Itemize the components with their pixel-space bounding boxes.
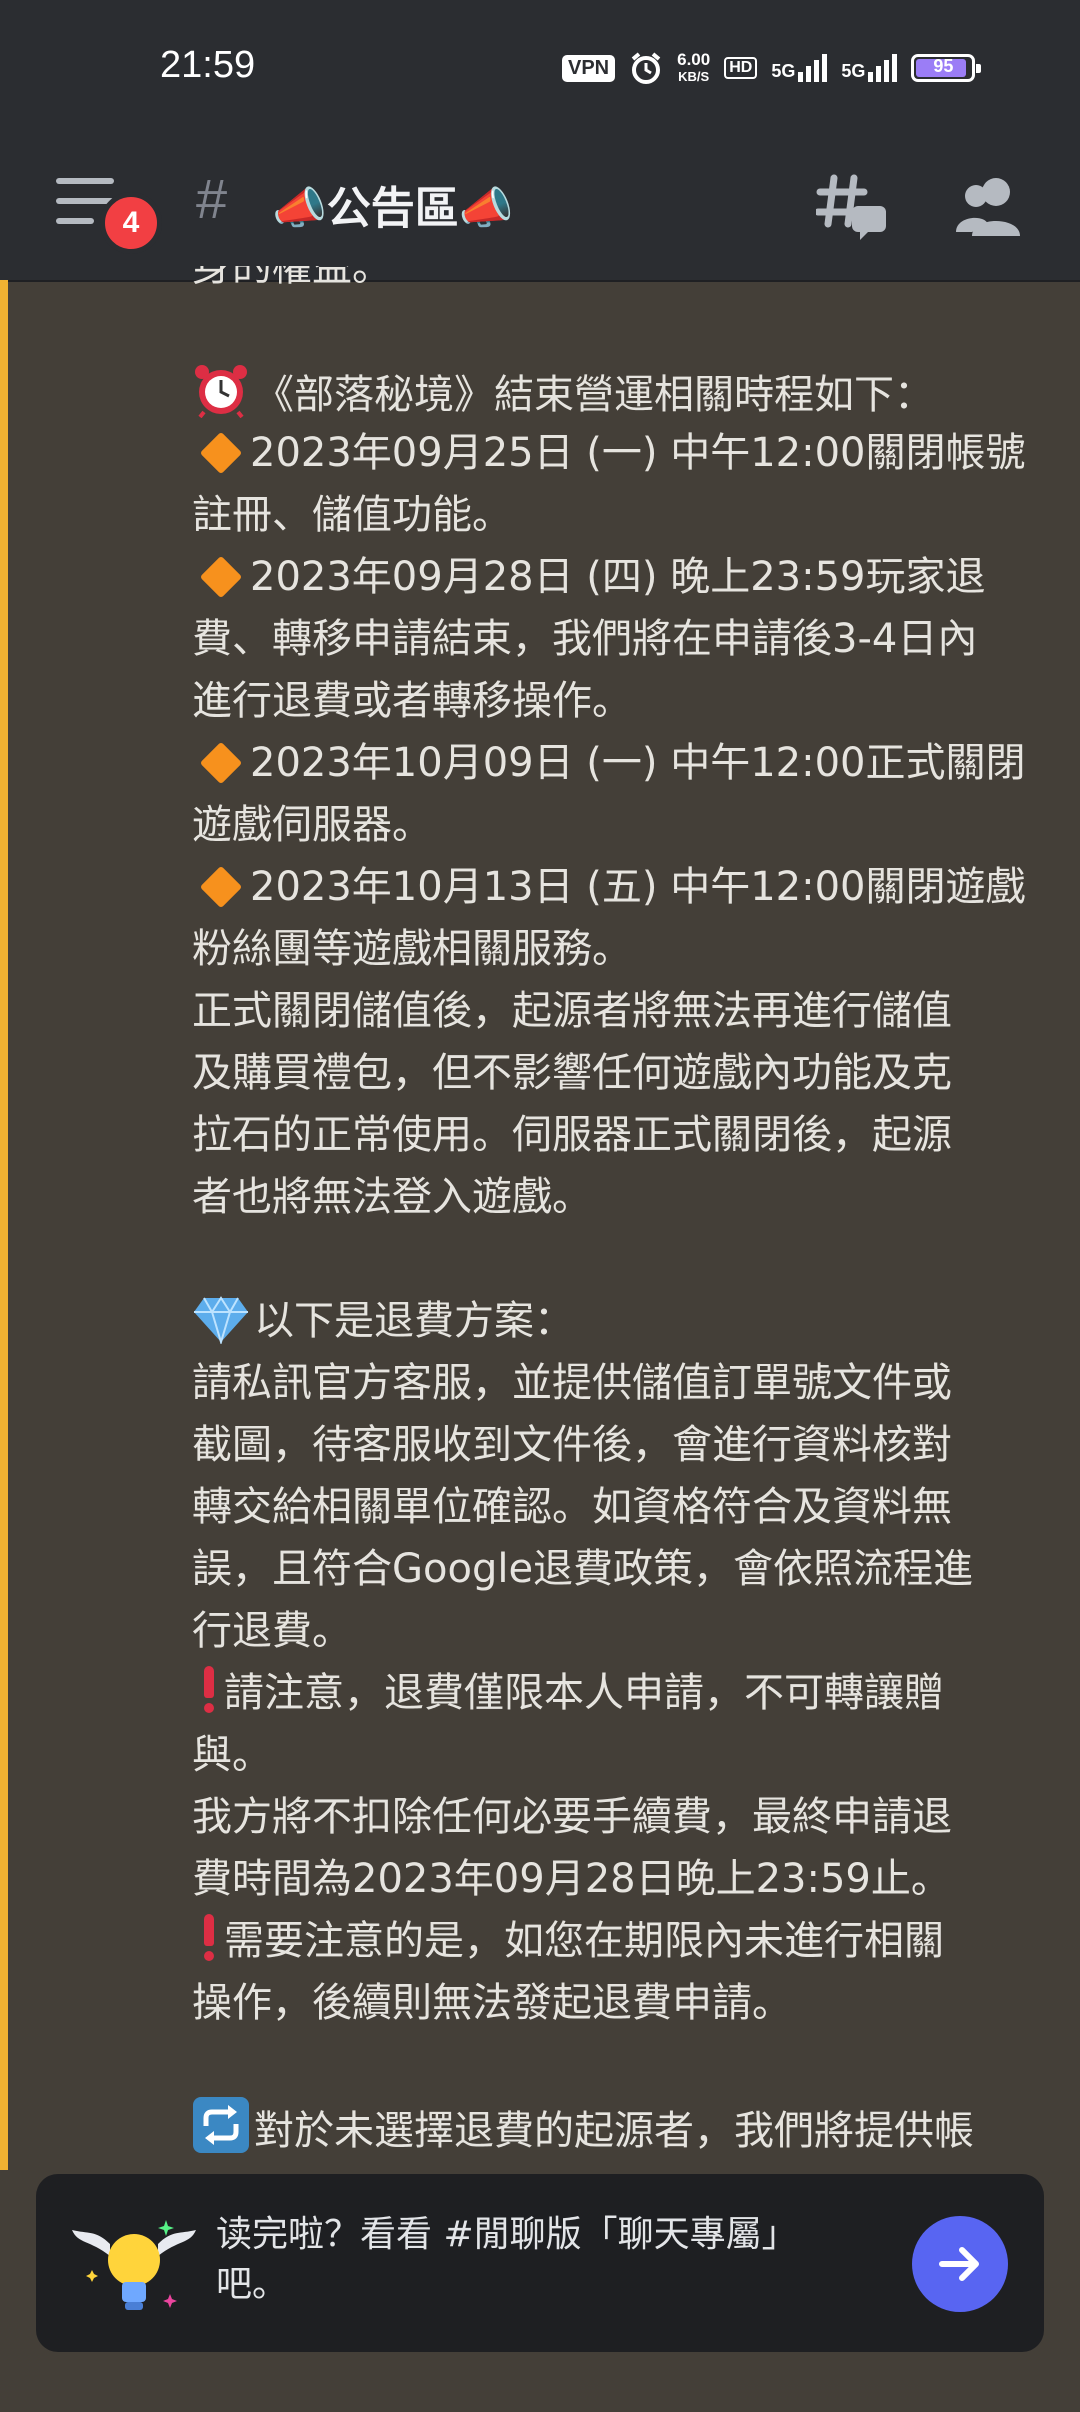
line-text: 轉交給相關單位確認。如資格符合及資料無: [192, 1484, 952, 1530]
orange-diamond-icon: [199, 865, 243, 909]
message-line: 截圖，待客服收到文件後，會進行資料核對: [192, 1414, 1042, 1476]
red-exclamation-icon: [202, 1666, 214, 1714]
alarm-clock-icon: [195, 365, 247, 418]
alarm-status-icon: [631, 52, 661, 84]
menu-button[interactable]: 4: [56, 178, 162, 254]
red-exclamation-icon: [202, 1914, 214, 1962]
vpn-indicator: VPN: [562, 54, 616, 82]
menu-line: [56, 198, 114, 204]
message-line: 誤，且符合Google退費政策，會依照流程進: [192, 1538, 1042, 1600]
line-text: 行退費。: [192, 1608, 352, 1654]
line-text: 身的權益。: [192, 266, 392, 290]
message-line: 者也將無法登入遊戲。: [192, 1166, 1042, 1228]
signal-bars-icon: [868, 54, 898, 82]
message-line: 行退費。: [192, 1600, 1042, 1662]
menu-line: [56, 178, 114, 184]
line-text: 請私訊官方客服，並提供儲值訂單號文件或: [192, 1360, 952, 1406]
message-line: 遊戲伺服器。: [192, 794, 1042, 856]
message-line: 需要注意的是，如您在期限內未進行相關: [192, 1910, 1042, 1972]
message-line: 費時間為2023年09月28日晚上23:59止。: [192, 1848, 1042, 1910]
message-line: 及購買禮包，但不影響任何遊戲內功能及克: [192, 1042, 1042, 1104]
message-line: 請注意，退費僅限本人申請，不可轉讓贈: [192, 1662, 1042, 1724]
line-text: 2023年10月13日 (五) 中午12:00關閉遊戲: [250, 864, 1026, 910]
speed-unit: KB/S: [678, 69, 710, 84]
status-icons: VPN 6.00 KB/S HD 5G 5G 95: [562, 48, 982, 88]
message-line: 對於未選擇退費的起源者，我們將提供帳: [192, 2096, 1042, 2158]
read-complete-prompt: 读完啦？看看 #閒聊版「聊天專屬」吧。: [36, 2174, 1044, 2352]
line-text: 誤，且符合Google退費政策，會依照流程進: [192, 1546, 974, 1592]
message-line: 請私訊官方客服，並提供儲值訂單號文件或: [192, 1352, 1042, 1414]
line-text: 截圖，待客服收到文件後，會進行資料核對: [192, 1422, 952, 1468]
menu-line: [56, 218, 94, 224]
prompt-text: 读完啦？看看 #閒聊版「聊天專屬」吧。: [216, 2214, 798, 2305]
go-to-channel-button[interactable]: [912, 2216, 1008, 2312]
message-line: 粉絲團等遊戲相關服務。: [192, 918, 1042, 980]
message-line: 註冊、儲值功能。: [192, 484, 1042, 546]
line-text: 及購買禮包，但不影響任何遊戲內功能及克: [192, 1050, 952, 1096]
speed-value: 6.00: [677, 50, 711, 69]
message-line: 2023年09月25日 (一) 中午12:00關閉帳號: [192, 422, 1042, 484]
message-line: 正式關閉儲值後，起源者將無法再進行儲值: [192, 980, 1042, 1042]
line-text: 正式關閉儲值後，起源者將無法再進行儲值: [192, 988, 952, 1034]
line-text: 2023年10月09日 (一) 中午12:00正式關閉: [250, 740, 1026, 786]
message-line: 2023年10月13日 (五) 中午12:00關閉遊戲: [192, 856, 1042, 918]
channel-header: 4 # 📣公告區📣: [0, 140, 1080, 282]
line-text: 拉石的正常使用。伺服器正式關閉後，起源: [192, 1112, 952, 1158]
signal-1: 5G: [771, 54, 828, 82]
message-line: 拉石的正常使用。伺服器正式關閉後，起源: [192, 1104, 1042, 1166]
message-line: 轉交給相關單位確認。如資格符合及資料無: [192, 1476, 1042, 1538]
line-text: 費、轉移申請結束，我們將在申請後3-4日內: [192, 616, 978, 662]
message-line: 費、轉移申請結束，我們將在申請後3-4日內: [192, 608, 1042, 670]
line-text: 對於未選擇退費的起源者，我們將提供帳: [254, 2108, 974, 2154]
battery-icon: 95: [911, 54, 982, 82]
signal-bars-icon: [798, 54, 828, 82]
battery-level: 95: [933, 56, 954, 76]
status-bar: 21:59 VPN 6.00 KB/S HD 5G 5G 95: [0, 0, 1080, 140]
message-line: 與。: [192, 1724, 1042, 1786]
message-line: 進行退費或者轉移操作。: [192, 670, 1042, 732]
line-text: 註冊、儲值功能。: [192, 492, 512, 538]
line-text: 者也將無法登入遊戲。: [192, 1174, 592, 1220]
network-speed: 6.00 KB/S: [677, 51, 710, 85]
message-line: 以下是退費方案：: [192, 1290, 1042, 1352]
message-line: 《部落秘境》結束營運相關時程如下：: [192, 360, 1042, 422]
message-line: 我方將不扣除任何必要手續費，最終申請退: [192, 1786, 1042, 1848]
line-text: 我方將不扣除任何必要手續費，最終申請退: [192, 1794, 952, 1840]
hd-voice-indicator: HD: [724, 57, 758, 79]
winged-lightbulb-icon: [72, 2220, 196, 2310]
line-text: 遊戲伺服器。: [192, 802, 432, 848]
repeat-icon: [193, 2097, 249, 2153]
message-line: 操作，後續則無法發起退費申請。: [192, 1972, 1042, 2034]
line-text: 費時間為2023年09月28日晚上23:59止。: [192, 1856, 951, 1902]
orange-diamond-icon: [199, 741, 243, 785]
line-text: 2023年09月28日 (四) 晚上23:59玩家退: [250, 554, 986, 600]
line-text: 進行退費或者轉移操作。: [192, 678, 632, 724]
net-type-2: 5G: [841, 61, 866, 81]
unread-badge: 4: [100, 192, 162, 254]
channel-title: 📣公告區📣: [272, 183, 514, 234]
orange-diamond-icon: [199, 555, 243, 599]
signal-2: 5G: [841, 54, 898, 82]
net-type-1: 5G: [771, 61, 796, 81]
line-text: 粉絲團等遊戲相關服務。: [192, 926, 632, 972]
channel-hash-icon: #: [196, 167, 228, 230]
message-line: 2023年10月09日 (一) 中午12:00正式關閉: [192, 732, 1042, 794]
members-icon[interactable]: [954, 170, 1028, 244]
threads-icon[interactable]: [816, 170, 890, 244]
message-content: 身的權益。 《部落秘境》結束營運相關時程如下： 2023年09月25日 (一) …: [192, 266, 1042, 2158]
line-text: 《部落秘境》結束營運相關時程如下：: [254, 372, 934, 418]
line-text: 與。: [192, 1732, 272, 1778]
line-text: 需要注意的是，如您在期限內未進行相關: [224, 1918, 944, 1964]
line-text: 請注意，退費僅限本人申請，不可轉讓贈: [224, 1670, 944, 1716]
line-text: 操作，後續則無法發起退費申請。: [192, 1980, 792, 2026]
mention-highlight-bar: [0, 280, 8, 2170]
line-text: 2023年09月25日 (一) 中午12:00關閉帳號: [250, 430, 1026, 476]
orange-diamond-icon: [199, 431, 243, 475]
message-line: 2023年09月28日 (四) 晚上23:59玩家退: [192, 546, 1042, 608]
line-text: 以下是退費方案：: [254, 1298, 574, 1344]
message-line: 身的權益。: [192, 266, 1042, 298]
arrow-right-icon: [939, 2247, 979, 2281]
gem-icon: [194, 1296, 248, 1344]
status-time: 21:59: [160, 44, 256, 86]
